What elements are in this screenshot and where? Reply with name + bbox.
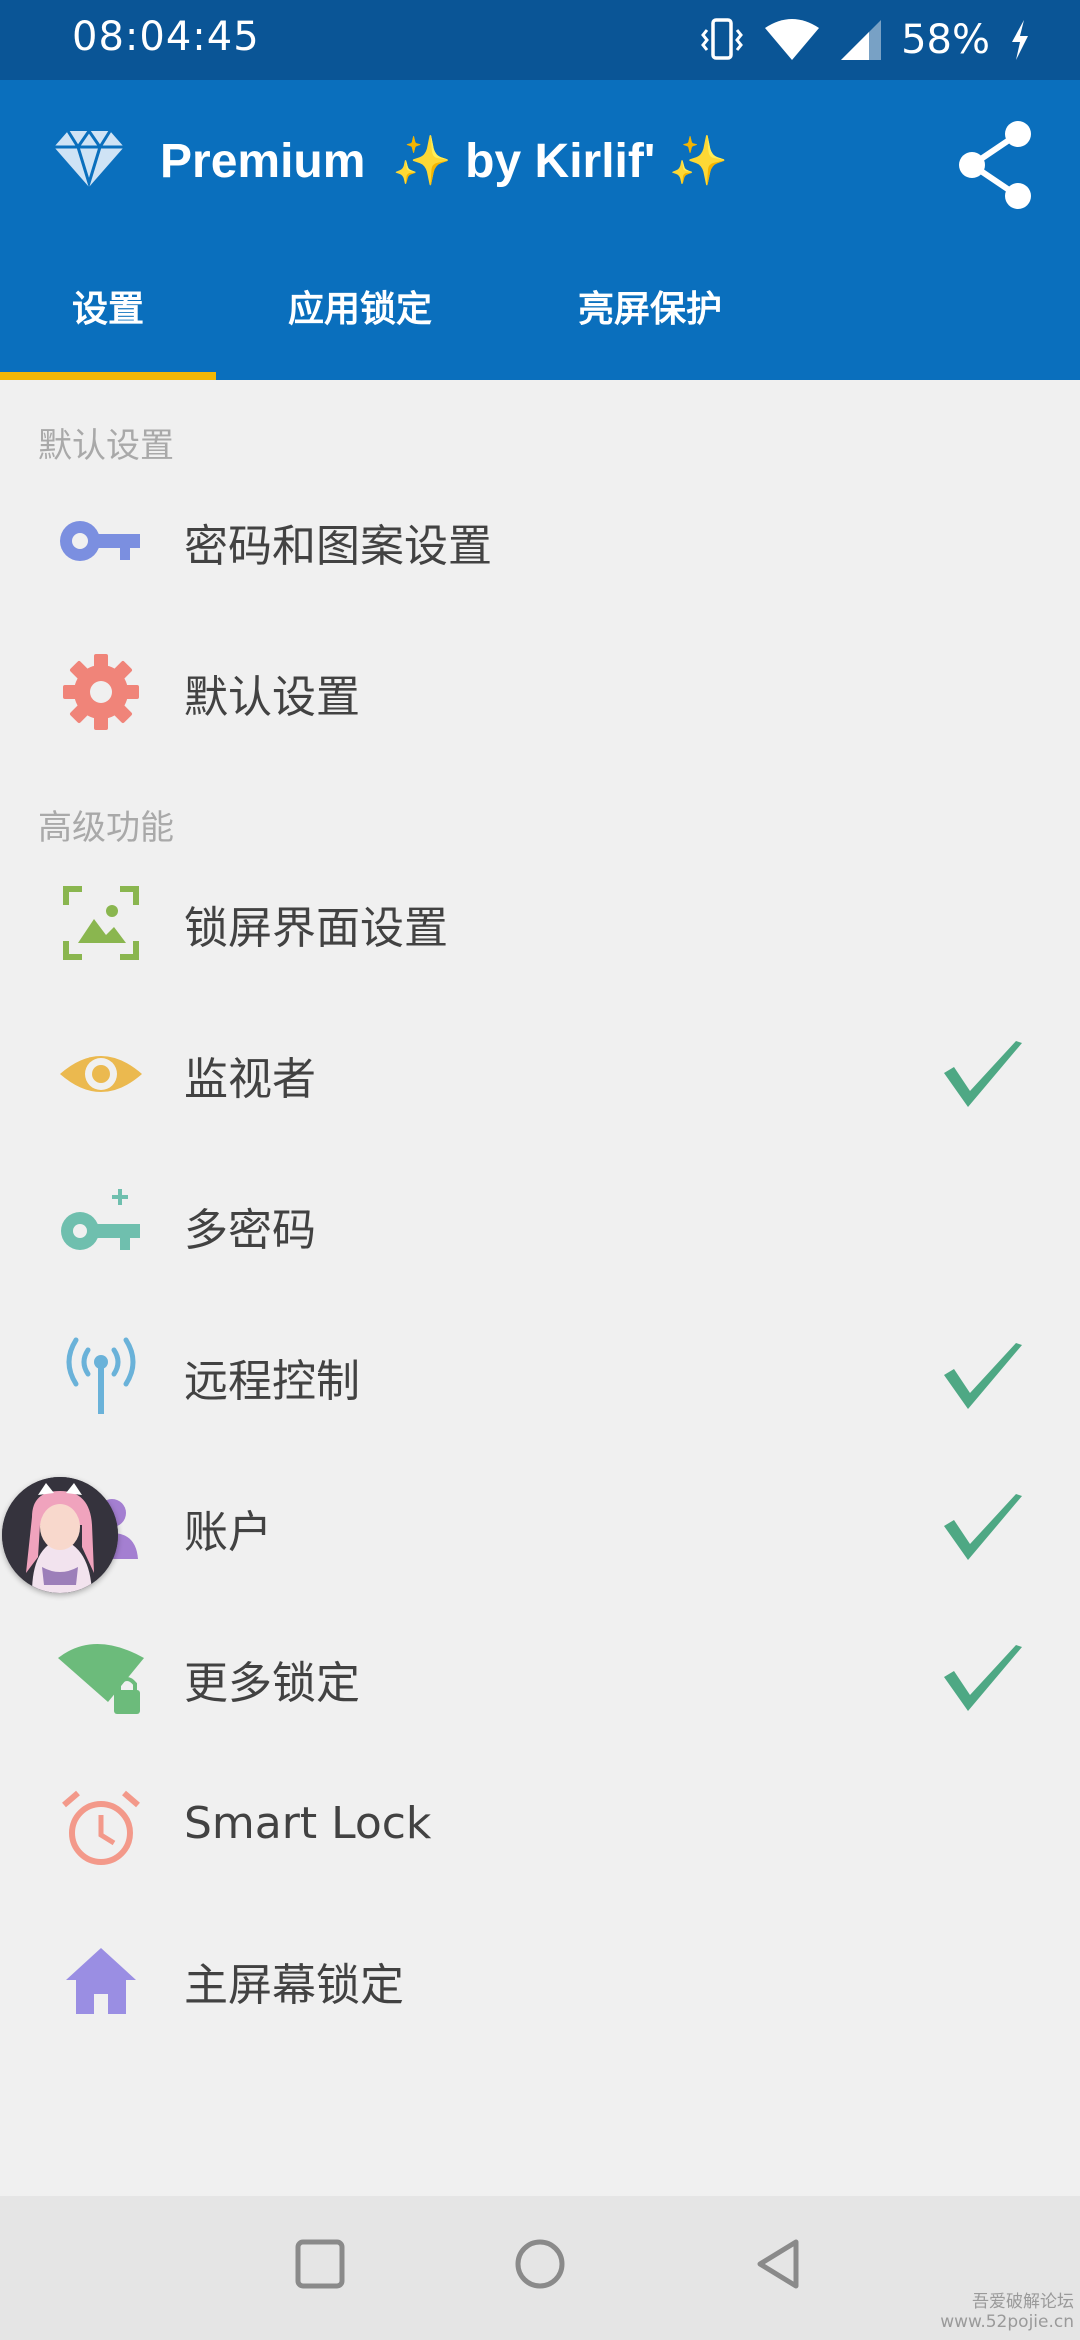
menu-item-watcher[interactable]: 监视者 xyxy=(0,999,1080,1149)
menu-item-label: 密码和图案设置 xyxy=(184,521,492,572)
antenna-icon xyxy=(66,1337,136,1414)
alarm-clock-icon xyxy=(62,1790,140,1865)
home-button[interactable] xyxy=(514,2238,566,2290)
tab-indicator xyxy=(0,372,216,380)
menu-item-more-locks[interactable]: 更多锁定 xyxy=(0,1603,1080,1753)
navigation-bar: 吾爱破解论坛 www.52pojie.cn xyxy=(0,2196,1080,2340)
toolbar: Premium ✨ by Kirlif' ✨ xyxy=(0,80,1080,250)
menu-item-label: Smart Lock xyxy=(184,1798,432,1849)
charging-icon xyxy=(1012,20,1028,60)
diamond-icon xyxy=(54,128,124,189)
app-bar: Premium ✨ by Kirlif' ✨ 设置 应用锁定 亮屏保护 xyxy=(0,80,1080,380)
menu-item-smart-lock[interactable]: Smart Lock xyxy=(0,1754,1080,1904)
app-title: Premium ✨ by Kirlif' ✨ xyxy=(160,135,729,188)
tab-bar: 设置 应用锁定 亮屏保护 xyxy=(0,250,1080,380)
status-icons: 58% xyxy=(699,10,1032,70)
share-icon[interactable] xyxy=(956,120,1036,210)
section-header-default: 默认设置 xyxy=(38,426,174,466)
menu-item-home-screen-lock[interactable]: 主屏幕锁定 xyxy=(0,1905,1080,2055)
eye-icon xyxy=(60,1056,142,1092)
menu-item-label: 默认设置 xyxy=(184,672,360,723)
signal-icon xyxy=(841,20,882,60)
check-icon xyxy=(944,1343,1022,1409)
check-icon xyxy=(944,1494,1022,1560)
menu-item-label: 主屏幕锁定 xyxy=(184,1960,404,2011)
menu-item-lockscreen-ui[interactable]: 锁屏界面设置 xyxy=(0,848,1080,998)
wifi-lock-icon xyxy=(58,1644,144,1714)
watermark-line1: 吾爱破解论坛 xyxy=(972,2292,1074,2312)
menu-item-label: 多密码 xyxy=(184,1205,316,1256)
menu-item-account[interactable]: 账户 xyxy=(0,1452,1080,1602)
status-time: 08:04:45 xyxy=(72,14,260,60)
recents-button[interactable] xyxy=(294,2238,346,2290)
menu-item-label: 锁屏界面设置 xyxy=(184,903,448,954)
watermark-line2: www.52pojie.cn xyxy=(940,2312,1074,2332)
tab-app-lock[interactable]: 应用锁定 xyxy=(230,250,490,380)
menu-item-multi-password[interactable]: 多密码 xyxy=(0,1150,1080,1300)
lockscreen-image-icon xyxy=(63,886,139,960)
menu-item-default-settings[interactable]: 默认设置 xyxy=(0,617,1080,767)
avatar-image xyxy=(2,1477,118,1593)
tab-screen-protection[interactable]: 亮屏保护 xyxy=(520,250,780,380)
key-plus-icon xyxy=(61,1189,140,1250)
battery-percent: 58% xyxy=(901,17,990,63)
menu-item-label: 监视者 xyxy=(184,1054,316,1105)
menu-item-label: 远程控制 xyxy=(184,1356,360,1407)
check-icon xyxy=(944,1041,1022,1107)
menu-item-remote-control[interactable]: 远程控制 xyxy=(0,1301,1080,1451)
menu-item-label: 账户 xyxy=(184,1507,272,1558)
menu-item-label: 更多锁定 xyxy=(184,1658,360,1709)
key-icon xyxy=(60,521,140,561)
tab-settings[interactable]: 设置 xyxy=(0,250,216,380)
check-icon xyxy=(944,1645,1022,1711)
back-button[interactable] xyxy=(752,2238,804,2290)
watermark: 吾爱破解论坛 www.52pojie.cn xyxy=(940,2292,1074,2332)
home-icon xyxy=(66,1948,136,2014)
wifi-icon xyxy=(765,19,820,60)
menu-item-password-pattern[interactable]: 密码和图案设置 xyxy=(0,466,1080,616)
gear-icon xyxy=(63,654,139,730)
status-bar: 08:04:45 58% xyxy=(0,0,1080,80)
vibrate-icon xyxy=(701,18,744,60)
section-header-advanced: 高级功能 xyxy=(38,808,174,848)
floating-avatar[interactable] xyxy=(2,1477,118,1593)
